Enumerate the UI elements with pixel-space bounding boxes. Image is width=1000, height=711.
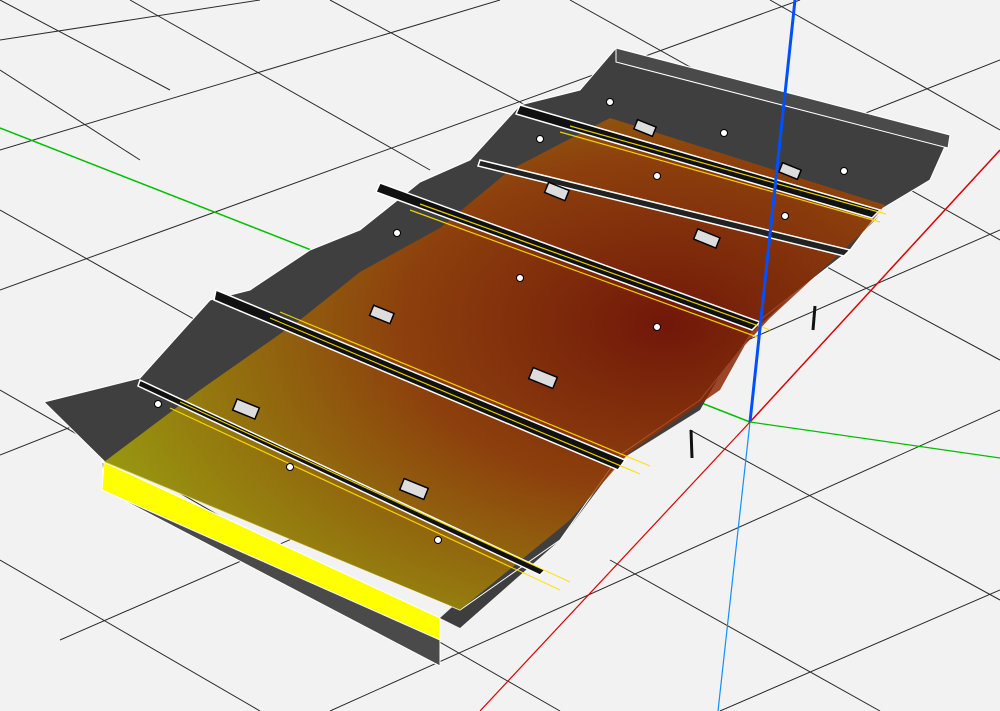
anchor-dot (434, 536, 442, 544)
anchor-dot (393, 229, 401, 237)
anchor-dot (653, 172, 661, 180)
terrain-model[interactable] (43, 47, 951, 667)
side-marker (811, 305, 817, 331)
anchor-dot (720, 129, 728, 137)
anchor-dot (606, 98, 614, 106)
anchor-dot (286, 463, 294, 471)
3d-viewport[interactable] (0, 0, 1000, 711)
anchor-dot (516, 274, 524, 282)
anchor-dot (154, 400, 162, 408)
anchor-dot (536, 135, 544, 143)
anchor-dot (781, 212, 789, 220)
side-marker (689, 429, 694, 459)
scene-canvas[interactable] (0, 0, 1000, 711)
z-axis-line-lower (717, 421, 751, 711)
anchor-dot (840, 167, 848, 175)
y-axis-line-front (749, 421, 1000, 459)
anchor-dot (653, 323, 661, 331)
